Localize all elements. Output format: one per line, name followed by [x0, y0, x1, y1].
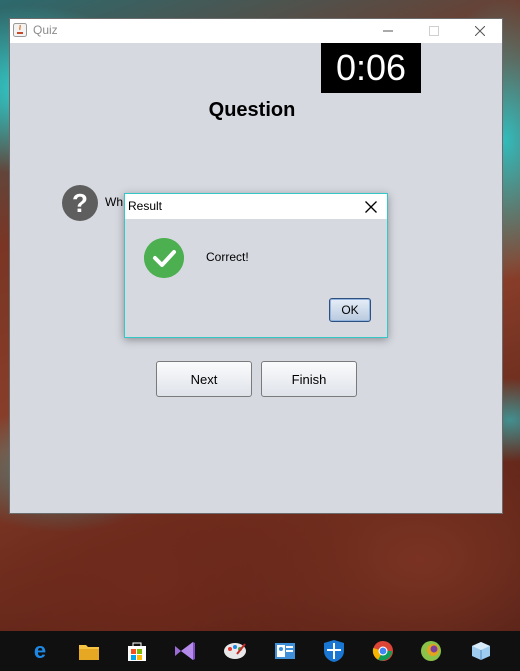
contacts-icon[interactable] [273, 639, 297, 663]
next-button[interactable]: Next [156, 361, 252, 397]
check-icon [144, 238, 184, 278]
page-title: Question [208, 99, 296, 121]
ok-button[interactable]: OK [329, 298, 371, 322]
file-explorer-icon[interactable] [77, 639, 101, 663]
question-icon: ? [62, 185, 98, 221]
finish-button[interactable]: Finish [261, 361, 357, 397]
close-icon [365, 200, 377, 213]
close-button[interactable] [457, 19, 503, 43]
svg-text:e: e [34, 640, 46, 662]
window-titlebar[interactable]: Quiz [10, 19, 502, 43]
dialog-title: Result [128, 199, 163, 213]
dialog-message: Correct! [206, 250, 249, 264]
maximize-icon [429, 26, 439, 36]
minimize-button[interactable] [365, 19, 411, 43]
dialog-close-button[interactable] [355, 194, 387, 219]
chrome-icon[interactable] [371, 639, 395, 663]
visual-studio-icon[interactable] [173, 639, 197, 663]
virtualbox-icon[interactable] [469, 639, 493, 663]
eclipse-icon[interactable] [419, 639, 443, 663]
timer-display: 0:06 [321, 43, 421, 93]
edge-icon[interactable]: e [28, 639, 52, 663]
taskbar: e [0, 631, 520, 671]
close-icon [475, 26, 485, 36]
defender-icon[interactable] [322, 639, 346, 663]
maximize-button[interactable] [411, 19, 457, 43]
java-app-icon [13, 23, 27, 37]
dialog-titlebar[interactable]: Result [125, 194, 387, 219]
store-icon[interactable] [125, 639, 149, 663]
paint-icon[interactable] [223, 639, 247, 663]
question-text: Wh [105, 195, 123, 209]
window-title: Quiz [33, 23, 58, 37]
result-dialog: Result Correct! OK [124, 193, 388, 338]
minimize-icon [383, 30, 393, 32]
